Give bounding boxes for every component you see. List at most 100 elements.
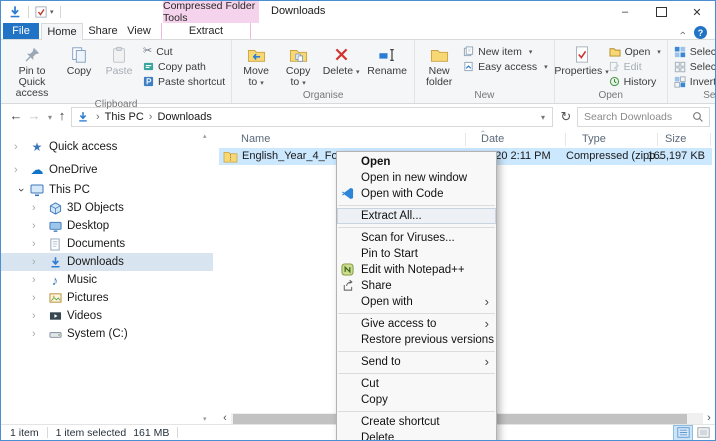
sidebar-item-system-c[interactable]: › System (C:) (1, 325, 213, 343)
scroll-up-icon[interactable]: ▴ (203, 132, 207, 140)
tab-share[interactable]: Share (85, 23, 121, 40)
column-header-name[interactable]: Name (241, 133, 270, 145)
pin-to-quick-access-button[interactable]: Pin to Quick access (4, 41, 60, 99)
history-button[interactable]: History (606, 74, 664, 89)
expander-chevron-icon[interactable]: › (15, 183, 27, 197)
qat-separator (59, 6, 61, 18)
address-dropdown-caret-icon[interactable]: ▾ (534, 113, 552, 122)
expander-chevron-icon[interactable]: › (32, 274, 46, 286)
submenu-arrow-icon: › (484, 354, 489, 369)
invert-selection-button[interactable]: Invert selection (671, 74, 715, 89)
sidebar-item-quick-access[interactable]: › ★ Quick access (1, 138, 213, 156)
search-icon[interactable] (692, 111, 704, 123)
delete-button[interactable]: Delete ▾ (319, 41, 363, 78)
dropdown-caret-icon: ▾ (356, 69, 360, 76)
edit-button[interactable]: Edit (606, 59, 664, 74)
menu-item-give-access-to[interactable]: Give access to › (337, 316, 496, 332)
expander-chevron-icon[interactable]: › (32, 202, 46, 214)
rename-button[interactable]: Rename (363, 41, 411, 77)
close-button[interactable]: ✕ (679, 1, 715, 23)
open-button[interactable]: Open ▾ (606, 44, 664, 59)
properties-button[interactable]: Properties ▾ (554, 41, 609, 78)
sidebar-item-pictures[interactable]: › Pictures (1, 289, 213, 307)
titlebar: ▾ Compressed Folder Tools Downloads – ✕ (1, 1, 715, 24)
copy-to-button[interactable]: Copy to ▾ (277, 41, 319, 89)
pictures-icon (46, 292, 64, 304)
minimize-button[interactable]: – (607, 1, 643, 23)
paste-shortcut-button[interactable]: Paste shortcut (140, 74, 228, 89)
expander-chevron-icon[interactable]: › (32, 310, 46, 322)
cut-button[interactable]: ✂ Cut (140, 44, 228, 59)
menu-item-pin-to-start[interactable]: Pin to Start (337, 246, 496, 262)
move-to-button[interactable]: Move to ▾ (235, 41, 277, 89)
details-view-button[interactable] (673, 424, 693, 440)
window-title: Downloads (271, 5, 326, 17)
sidebar-item-onedrive[interactable]: › ☁ OneDrive (1, 161, 213, 179)
menu-item-delete[interactable]: Delete (337, 430, 496, 440)
expander-chevron-icon[interactable]: › (32, 238, 46, 250)
selection-count: 1 item selected (55, 426, 127, 439)
expander-chevron-icon[interactable]: › (32, 220, 46, 232)
menu-item-scan-for-viruses[interactable]: Scan for Viruses... (337, 230, 496, 246)
context-menu: Open Open in new window Open with Code E… (336, 151, 497, 440)
expander-chevron-icon[interactable]: › (14, 141, 28, 153)
menu-item-open[interactable]: Open (337, 154, 496, 170)
menu-item-open-with[interactable]: Open with › (337, 294, 496, 310)
column-header-type[interactable]: Type (582, 133, 606, 145)
collapse-ribbon-icon[interactable]: › (677, 31, 689, 35)
qat-dropdown-caret-icon[interactable]: ▾ (50, 8, 54, 16)
sidebar-item-3d-objects[interactable]: › 3D Objects (1, 199, 213, 217)
expander-chevron-icon[interactable]: › (32, 292, 46, 304)
menu-item-open-in-new-window[interactable]: Open in new window (337, 170, 496, 186)
menu-item-copy[interactable]: Copy (337, 392, 496, 408)
menu-item-edit-with-notepadpp[interactable]: Edit with Notepad++ (337, 262, 496, 278)
copy-to-icon (289, 43, 308, 66)
thumbnails-view-button[interactable] (694, 426, 712, 440)
sidebar-item-documents[interactable]: › Documents (1, 235, 213, 253)
sidebar-item-videos[interactable]: › Videos (1, 307, 213, 325)
sidebar-item-this-pc[interactable]: › This PC (1, 181, 213, 199)
select-all-button[interactable]: Select all (671, 44, 715, 59)
search-input[interactable] (578, 111, 692, 123)
dropdown-caret-icon: ▾ (260, 80, 264, 87)
breadcrumb-this-pc[interactable]: This PC (105, 111, 144, 123)
maximize-button[interactable] (643, 1, 679, 23)
menu-item-open-with-code[interactable]: Open with Code (337, 186, 496, 202)
easy-access-button[interactable]: Easy access ▾ (460, 59, 550, 74)
sidebar-scrollbar[interactable]: ▴ ▾ (201, 131, 212, 425)
qat-separator (28, 6, 29, 18)
expander-chevron-icon[interactable]: › (32, 256, 46, 268)
move-to-icon (247, 43, 266, 66)
menu-separator (338, 226, 495, 228)
menu-item-send-to[interactable]: Send to › (337, 354, 496, 370)
menu-separator (338, 350, 495, 352)
ribbon: Pin to Quick access Copy Paste ✂ Cut Cop… (1, 39, 715, 110)
column-header-date[interactable]: Date (481, 133, 504, 145)
tab-home[interactable]: Home (41, 23, 83, 40)
expander-chevron-icon[interactable]: › (32, 328, 46, 340)
tab-extract[interactable]: Extract (161, 23, 251, 40)
menu-item-share[interactable]: Share (337, 278, 496, 294)
menu-item-create-shortcut[interactable]: Create shortcut (337, 414, 496, 430)
menu-item-restore-previous-versions[interactable]: Restore previous versions (337, 332, 496, 348)
refresh-button[interactable]: ↻ (557, 107, 575, 127)
select-none-button[interactable]: Select none (671, 59, 715, 74)
sidebar-item-music[interactable]: › ♪ Music (1, 271, 213, 289)
new-folder-button[interactable]: New folder (418, 41, 460, 88)
expander-chevron-icon[interactable]: › (14, 164, 28, 176)
help-icon[interactable]: ? (694, 26, 707, 39)
scroll-down-icon[interactable]: ▾ (203, 415, 207, 423)
sidebar-item-desktop[interactable]: › Desktop (1, 217, 213, 235)
menu-item-extract-all[interactable]: Extract All... (337, 208, 496, 224)
new-item-button[interactable]: New item ▾ (460, 44, 550, 59)
column-header-size[interactable]: Size (665, 133, 686, 145)
menu-item-cut[interactable]: Cut (337, 376, 496, 392)
breadcrumb-downloads[interactable]: Downloads (157, 111, 211, 123)
paste-button[interactable]: Paste (98, 41, 140, 77)
copy-button[interactable]: Copy (60, 41, 98, 77)
tab-file[interactable]: File (3, 23, 39, 40)
copy-path-button[interactable]: Copy path (140, 59, 228, 74)
qat-properties-button[interactable] (35, 6, 47, 18)
sidebar-item-downloads[interactable]: › Downloads (1, 253, 213, 271)
tab-view[interactable]: View (123, 23, 155, 40)
